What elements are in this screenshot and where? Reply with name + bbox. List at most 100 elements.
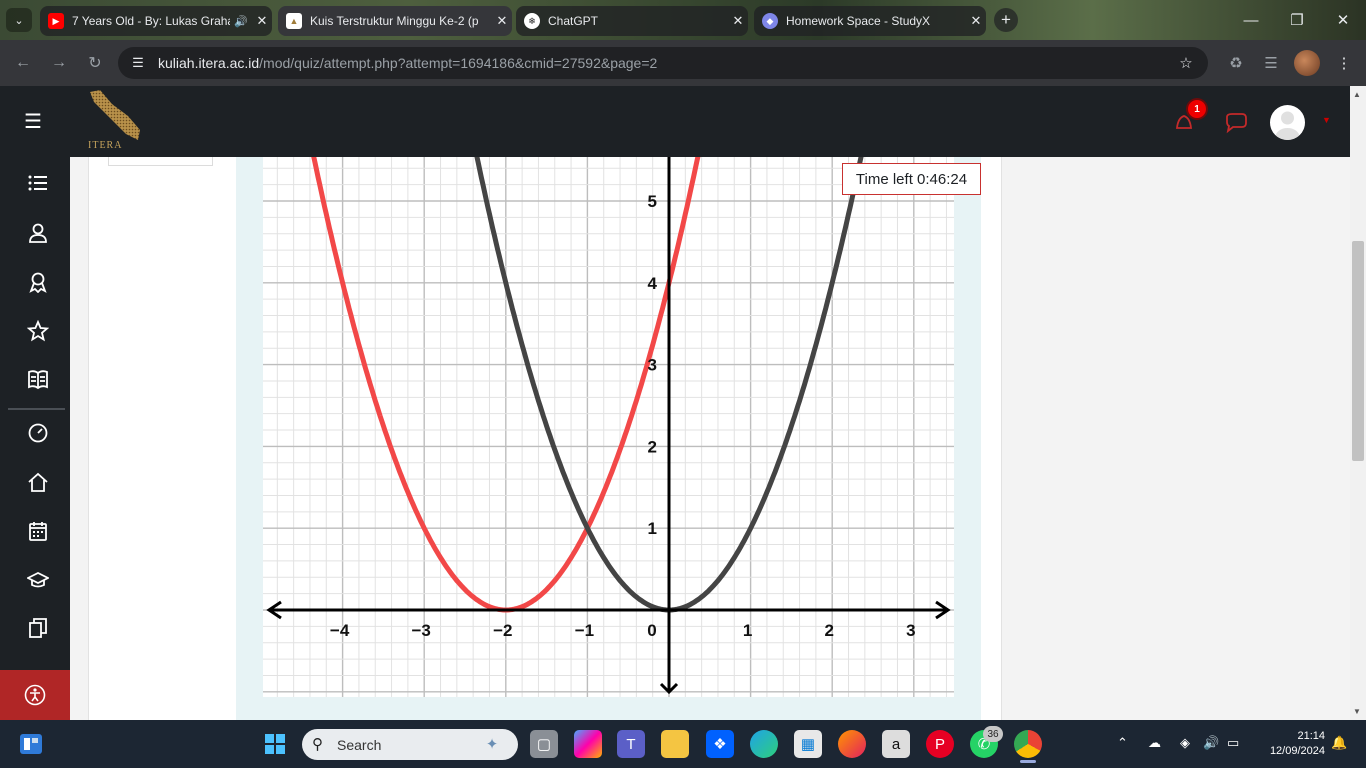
firefox-icon[interactable] — [838, 730, 866, 758]
logo-text: ITERA — [88, 140, 123, 151]
dashboard-gauge-icon[interactable] — [22, 417, 54, 449]
user-avatar[interactable] — [1270, 105, 1305, 140]
battery-icon[interactable]: ▭ — [1227, 735, 1239, 751]
media-control-icon[interactable]: ☰ — [1260, 52, 1282, 74]
reload-icon[interactable]: ↻ — [84, 52, 106, 74]
extension-icon[interactable]: ♻ — [1225, 52, 1247, 74]
y-tick-label: 4 — [648, 274, 658, 293]
bookmark-star-icon[interactable]: ☆ — [1175, 52, 1197, 74]
close-window-button[interactable]: ✕ — [1320, 0, 1366, 40]
scrollbar-thumb[interactable] — [1352, 241, 1364, 461]
volume-icon[interactable]: 🔊 — [1203, 735, 1219, 751]
x-tick-label: −1 — [575, 621, 594, 640]
x-tick-label: −2 — [493, 621, 512, 640]
book-icon[interactable] — [22, 363, 54, 395]
files-icon[interactable] — [22, 612, 54, 644]
pinterest-icon[interactable]: P — [926, 730, 954, 758]
new-tab-button[interactable]: + — [994, 8, 1018, 32]
file-explorer-icon[interactable] — [661, 730, 689, 758]
browser-menu-icon[interactable]: ⋮ — [1333, 52, 1355, 74]
youtube-icon: ▶ — [48, 13, 64, 29]
chatgpt-icon: ❄ — [524, 13, 540, 29]
whatsapp-badge: 36 — [983, 726, 1003, 742]
restore-button[interactable]: ❐ — [1274, 0, 1320, 40]
forward-arrow-icon[interactable]: → — [48, 52, 70, 74]
search-label: Search — [337, 737, 382, 753]
teams-icon[interactable]: T — [617, 730, 645, 758]
copilot-icon[interactable] — [574, 730, 602, 758]
x-tick-label: 0 — [647, 621, 656, 640]
show-hidden-icons-chevron[interactable]: ⌃ — [1117, 735, 1128, 751]
active-app-indicator — [1020, 760, 1036, 763]
tab-title: Kuis Terstruktur Minggu Ke-2 (p — [310, 14, 479, 28]
onedrive-cloud-icon[interactable]: ☁ — [1148, 735, 1161, 751]
dropbox-icon[interactable]: ❖ — [706, 730, 734, 758]
x-tick-label: −4 — [330, 621, 350, 640]
tab-search-button[interactable]: ⌄ — [6, 8, 32, 32]
taskbar-clock[interactable]: 21:14 12/09/2024 — [1255, 729, 1325, 759]
close-tab-icon[interactable]: ✕ — [492, 13, 512, 29]
red-parabola-line — [311, 157, 701, 613]
wifi-icon[interactable]: ◈ — [1180, 735, 1190, 751]
back-arrow-icon[interactable]: ← — [12, 52, 34, 74]
close-tab-icon[interactable]: ✕ — [252, 13, 272, 29]
edge-icon[interactable] — [750, 730, 778, 758]
tab-title: 7 Years Old - By: Lukas Graham — [72, 14, 231, 28]
scroll-up-arrow-icon[interactable]: ▲ — [1353, 90, 1361, 99]
x-tick-label: −3 — [412, 621, 431, 640]
tab-chatgpt[interactable]: ❄ ChatGPT ✕ — [516, 6, 748, 36]
chat-bubble-icon[interactable] — [1224, 112, 1248, 134]
y-tick-label: 5 — [648, 192, 657, 211]
speaker-icon[interactable]: 🔊 — [234, 15, 248, 28]
clock-date: 12/09/2024 — [1269, 745, 1325, 757]
badge-award-icon[interactable] — [22, 266, 54, 298]
studyx-icon: ◆ — [762, 13, 778, 29]
tab-youtube[interactable]: ▶ 7 Years Old - By: Lukas Graham 🔊 ✕ — [40, 6, 272, 36]
widgets-icon[interactable] — [19, 733, 43, 755]
notification-bell-icon[interactable]: 🔔 — [1331, 735, 1347, 751]
x-tick-label: 3 — [906, 621, 915, 640]
profile-avatar[interactable] — [1294, 50, 1320, 76]
user-menu-caret-icon[interactable]: ▼ — [1322, 115, 1331, 125]
default-user-icon — [1275, 111, 1300, 140]
quiz-timer: Time left 0:46:24 — [842, 163, 981, 195]
amazon-icon[interactable]: a — [882, 730, 910, 758]
search-highlight-dolphin-icon: ✦ — [485, 736, 499, 753]
y-tick-label: 1 — [648, 519, 657, 538]
notification-badge: 1 — [1188, 100, 1206, 118]
tab-title: Homework Space - StudyX — [786, 14, 931, 28]
itera-icon: ▲ — [286, 13, 302, 29]
close-tab-icon[interactable]: ✕ — [966, 13, 986, 29]
quiz-navigation-block — [108, 157, 213, 166]
url-path: /mod/quiz/attempt.php?attempt=1694186&cm… — [259, 55, 658, 71]
tab-quiz[interactable]: ▲ Kuis Terstruktur Minggu Ke-2 (p ✕ — [278, 6, 512, 36]
menu-hamburger-icon[interactable]: ☰ — [20, 110, 46, 133]
x-tick-label: 1 — [743, 621, 752, 640]
minimize-button[interactable]: — — [1228, 0, 1274, 40]
chrome-icon[interactable] — [1014, 730, 1042, 758]
accessibility-button[interactable] — [0, 670, 70, 720]
home-icon[interactable] — [22, 466, 54, 498]
tab-studyx[interactable]: ◆ Homework Space - StudyX ✕ — [754, 6, 986, 36]
microsoft-store-icon[interactable]: ▦ — [794, 730, 822, 758]
parabola-graph: −4 −3 −2 −1 0 1 2 3 1 2 3 4 5 — [263, 157, 954, 697]
accessibility-icon — [24, 684, 46, 706]
site-info-icon[interactable]: ☰ — [129, 54, 147, 72]
y-tick-label: 3 — [648, 356, 657, 375]
star-icon[interactable] — [22, 315, 54, 347]
calendar-icon[interactable] — [22, 515, 54, 547]
close-tab-icon[interactable]: ✕ — [728, 13, 748, 29]
list-icon[interactable] — [22, 167, 54, 199]
scroll-down-arrow-icon[interactable]: ▼ — [1353, 707, 1361, 716]
y-tick-label: 2 — [648, 437, 657, 456]
clock-time: 21:14 — [1297, 730, 1325, 742]
url-text[interactable]: kuliah.itera.ac.id/mod/quiz/attempt.php?… — [158, 55, 657, 71]
participants-icon[interactable] — [22, 217, 54, 249]
task-view-icon[interactable]: ▢ — [530, 730, 558, 758]
tab-title: ChatGPT — [548, 14, 599, 28]
rail-divider — [8, 408, 65, 410]
start-windows-icon[interactable] — [261, 730, 289, 758]
graduation-cap-icon[interactable] — [22, 564, 54, 596]
x-tick-label: 2 — [824, 621, 833, 640]
url-host: kuliah.itera.ac.id — [158, 55, 260, 71]
